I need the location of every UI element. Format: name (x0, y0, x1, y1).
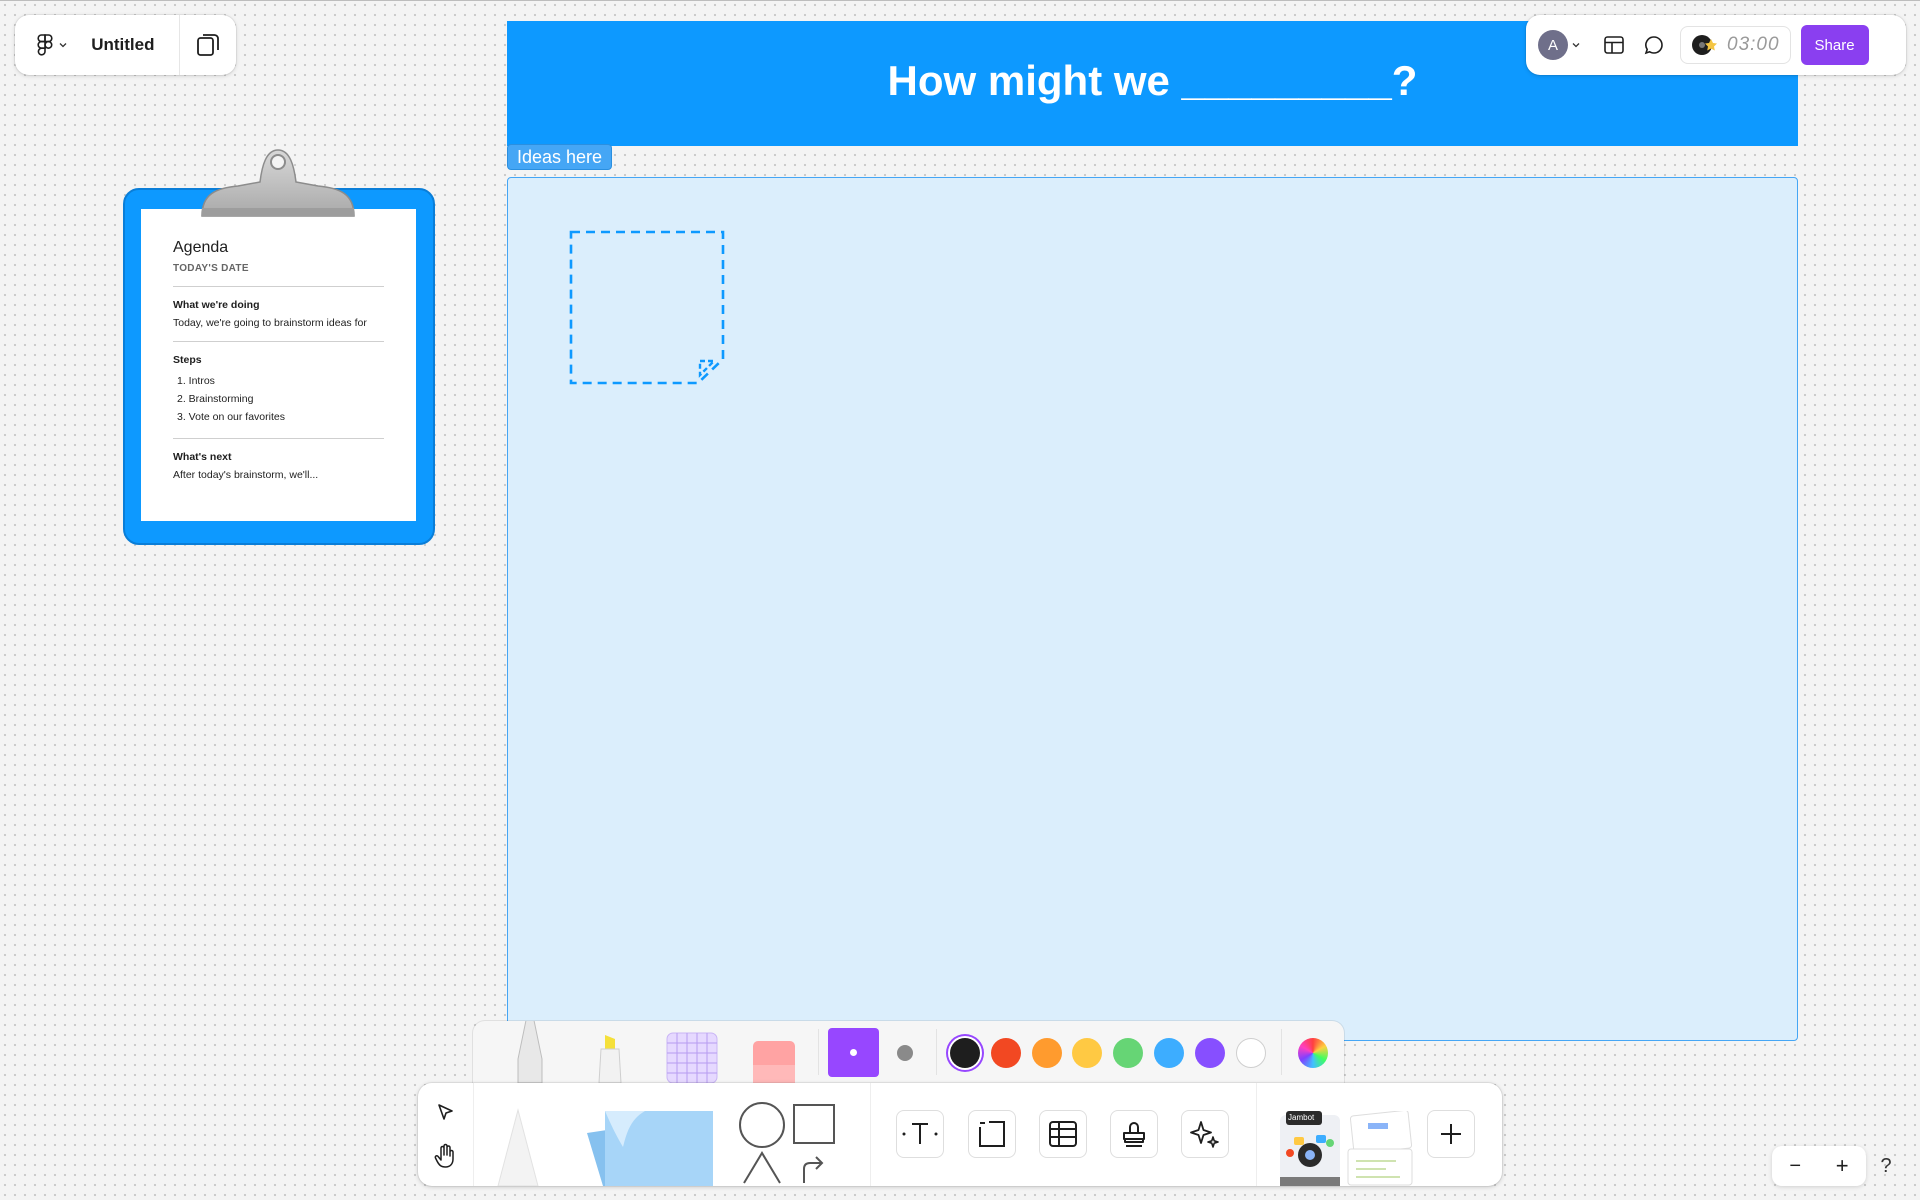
highlighter-icon[interactable] (593, 1033, 627, 1083)
agenda-doing-heading: What we're doing (173, 299, 260, 311)
more-tools-button[interactable] (1427, 1110, 1475, 1158)
table-tool-button[interactable] (1039, 1110, 1087, 1158)
pages-icon (197, 34, 219, 56)
agenda-next-text: After today's brainstorm, we'll... (173, 469, 319, 481)
move-tool-button[interactable] (436, 1103, 456, 1128)
avatar[interactable]: A (1538, 30, 1568, 60)
canvas-top-border (0, 0, 1920, 1)
zoom-out-button[interactable]: − (1789, 1155, 1801, 1178)
color-swatch-blue[interactable] (1154, 1038, 1184, 1068)
file-panel: Untitled (15, 15, 236, 75)
pages-button[interactable] (180, 15, 236, 75)
eraser-icon[interactable] (751, 1039, 797, 1083)
collab-panel: A 03:00 Share (1526, 15, 1906, 75)
color-swatch-violet[interactable] (1194, 1038, 1225, 1068)
file-title[interactable]: Untitled (91, 35, 179, 55)
templates-thumbnail[interactable] (1346, 1111, 1416, 1186)
cursor-icon (438, 1104, 453, 1120)
layout-icon (1604, 36, 1624, 54)
main-menu-button[interactable] (15, 15, 91, 75)
agenda-title: Agenda (173, 239, 229, 256)
timer-button[interactable]: 03:00 (1680, 26, 1791, 64)
stamp-icon (1123, 1122, 1145, 1147)
color-swatch-orange[interactable] (1031, 1038, 1062, 1068)
sticky-note-stack-icon[interactable] (583, 1103, 713, 1186)
hmw-title[interactable]: How might we _________? (888, 57, 1418, 105)
music-record-icon (1692, 35, 1717, 55)
toolbar-divider (1281, 1029, 1282, 1075)
agenda-date: TODAY'S DATE (173, 263, 249, 274)
divider (173, 286, 384, 287)
chevron-down-icon (59, 43, 67, 48)
text-tool-button[interactable] (896, 1110, 944, 1158)
sticky-note-placeholder[interactable] (568, 229, 726, 386)
comment-button[interactable] (1634, 25, 1674, 65)
section-tool-button[interactable] (968, 1110, 1016, 1158)
ai-tool-button[interactable] (1181, 1110, 1229, 1158)
jambot-label: Jambot (1288, 1113, 1315, 1122)
toolbar-divider (473, 1083, 474, 1186)
list-item: 3. Vote on our favorites (177, 411, 285, 423)
section-label[interactable]: Ideas here (507, 144, 613, 170)
divider (173, 341, 384, 342)
divider (173, 438, 384, 439)
toolbar-divider (870, 1083, 871, 1186)
zoom-in-button[interactable]: + (1836, 1153, 1849, 1179)
marker-tool-icon[interactable] (488, 1108, 548, 1186)
list-item: 2. Brainstorming (177, 393, 254, 405)
jambot-camera-icon (1280, 1111, 1340, 1186)
share-button[interactable]: Share (1800, 25, 1869, 65)
widgets-thumbnail[interactable]: Jambot (1280, 1111, 1340, 1186)
timer-display: 03:00 (1727, 34, 1780, 55)
agenda-steps-heading: Steps (173, 354, 202, 366)
shapes-tool-icon[interactable] (738, 1101, 848, 1186)
plus-icon (1441, 1124, 1461, 1144)
help-button[interactable]: ? (1866, 1146, 1906, 1186)
draw-options-toolbar (473, 1021, 1344, 1083)
figma-logo-icon (37, 34, 53, 56)
color-swatch-black[interactable] (950, 1038, 980, 1068)
hand-tool-button[interactable] (434, 1143, 458, 1174)
toolbar-divider (818, 1029, 819, 1075)
table-icon (1049, 1121, 1077, 1147)
zoom-controls: − + (1772, 1146, 1866, 1186)
main-toolbar: Jambot (418, 1083, 1502, 1186)
clipboard-clip-icon (201, 149, 355, 217)
chevron-down-icon (1572, 43, 1580, 48)
color-swatch-yellow[interactable] (1072, 1038, 1103, 1068)
list-item: 1. Intros (177, 375, 215, 387)
hand-icon (434, 1143, 454, 1168)
text-icon (902, 1123, 938, 1144)
toolbar-divider (936, 1029, 937, 1075)
color-swatch-green[interactable] (1113, 1038, 1144, 1068)
agenda-next-heading: What's next (173, 451, 232, 463)
comment-icon (1644, 36, 1663, 55)
color-picker-button[interactable] (1298, 1038, 1328, 1068)
sparkle-icon (1190, 1121, 1219, 1148)
agenda-paper[interactable]: Agenda TODAY'S DATE What we're doing Tod… (141, 209, 416, 521)
stroke-size-small-button[interactable] (828, 1028, 879, 1077)
washi-tape-icon[interactable] (665, 1031, 719, 1083)
agenda-doing-text: Today, we're going to brainstorm ideas f… (173, 317, 367, 329)
stroke-size-large-button[interactable] (897, 1045, 913, 1061)
toolbar-divider (1256, 1083, 1257, 1186)
layout-button[interactable] (1594, 25, 1634, 65)
agenda-steps-list: 1. Intros 2. Brainstorming 3. Vote on ou… (177, 372, 384, 426)
size-dot-icon (850, 1049, 857, 1056)
color-swatch-white[interactable] (1235, 1038, 1266, 1068)
section-icon (979, 1121, 1005, 1147)
pen-icon[interactable] (508, 1021, 552, 1083)
color-swatch-red[interactable] (990, 1038, 1021, 1068)
avatar-menu[interactable]: A (1538, 30, 1580, 60)
stamp-tool-button[interactable] (1110, 1110, 1158, 1158)
